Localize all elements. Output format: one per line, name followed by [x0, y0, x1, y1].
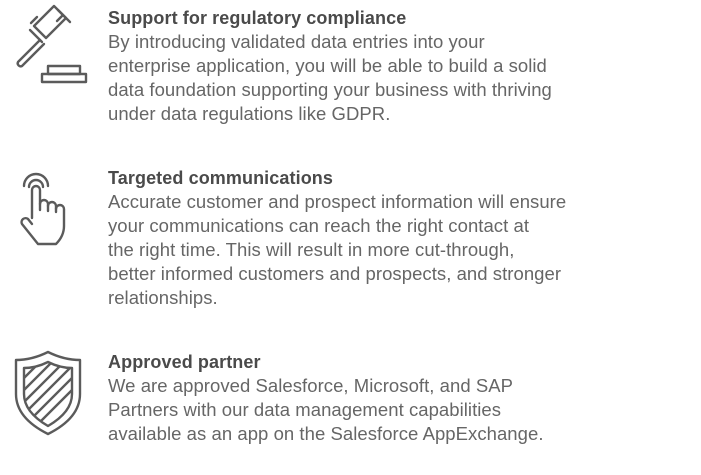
description-line: We are approved Salesforce, Microsoft, a…	[108, 375, 514, 396]
feature-description: By introducing validated data entries in…	[108, 30, 701, 126]
feature-title: Support for regulatory compliance	[108, 8, 407, 28]
description-line: Accurate customer and prospect informati…	[108, 191, 567, 212]
description-line: your communications can reach the right …	[108, 215, 530, 236]
feature-title: Approved partner	[108, 352, 261, 372]
description-line: better informed customers and prospects,…	[108, 263, 562, 284]
feature-text: Support for regulatory compliance By int…	[108, 6, 701, 126]
gavel-icon	[4, 4, 92, 92]
pointing-hand-icon	[4, 164, 92, 252]
description-line: relationships.	[108, 287, 218, 308]
shield-icon	[4, 348, 92, 436]
feature-description: Accurate customer and prospect informati…	[108, 190, 701, 310]
feature-title: Targeted communications	[108, 168, 334, 188]
description-line: the right time. This will result in more…	[108, 239, 515, 260]
feature-text: Targeted communications Accurate custome…	[108, 166, 701, 310]
feature-text: Approved partner We are approved Salesfo…	[108, 350, 701, 446]
feature-description: We are approved Salesforce, Microsoft, a…	[108, 374, 701, 446]
description-line: available as an app on the Salesforce Ap…	[108, 423, 544, 444]
description-line: Partners with our data management capabi…	[108, 399, 502, 420]
description-line: data foundation supporting your business…	[108, 79, 552, 100]
description-line: under data regulations like GDPR.	[108, 103, 391, 124]
description-line: By introducing validated data entries in…	[108, 31, 485, 52]
description-line: enterprise application, you will be able…	[108, 55, 547, 76]
